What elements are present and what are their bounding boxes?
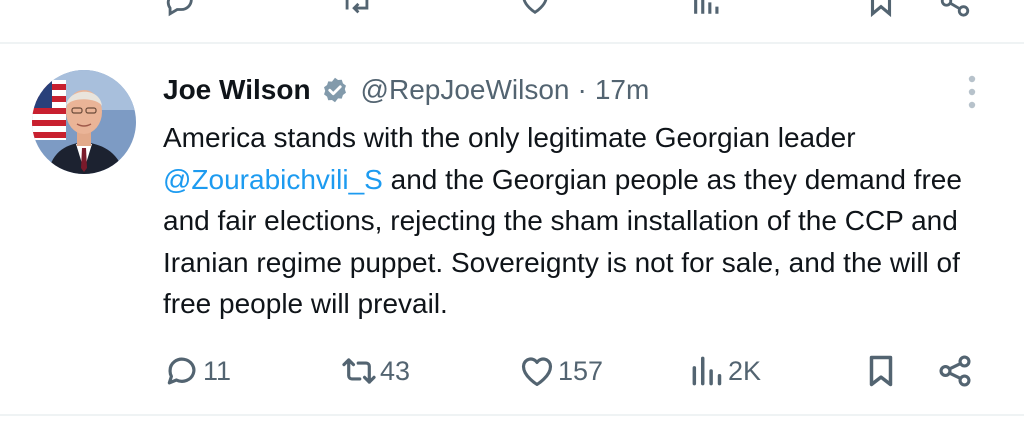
tweet-header: Joe Wilson @RepJoeWilson · 17m [163, 72, 649, 108]
bookmark-button[interactable] [862, 346, 900, 396]
author-handle[interactable]: @RepJoeWilson [361, 74, 570, 106]
bottom-divider [0, 414, 1024, 416]
reply-count: 11 [203, 355, 232, 386]
views-icon [694, 0, 719, 14]
reply-icon [166, 0, 193, 17]
previous-share-button[interactable] [938, 0, 972, 18]
bookmark-icon [870, 0, 892, 18]
like-button[interactable]: 157 [518, 346, 603, 396]
share-button[interactable] [936, 346, 974, 396]
more-vertical-icon [968, 75, 976, 109]
share-icon [939, 355, 971, 387]
previous-repost-button[interactable] [340, 0, 374, 18]
author-name[interactable]: Joe Wilson [163, 74, 311, 106]
tweet-timestamp[interactable]: 17m [595, 74, 649, 106]
like-icon [521, 357, 553, 387]
tweet-actions: 11 43 157 2K [0, 346, 1024, 396]
views-count: 2K [728, 355, 762, 386]
previous-tweet-actions [0, 0, 1024, 42]
avatar[interactable] [32, 70, 136, 174]
repost-count: 43 [380, 355, 411, 386]
tweet-text: America stands with the only legitimate … [163, 117, 1008, 325]
previous-bookmark-button[interactable] [864, 0, 898, 18]
bookmark-icon [869, 355, 893, 387]
like-icon [522, 0, 548, 15]
repost-icon [345, 0, 369, 14]
previous-views-button[interactable] [690, 0, 724, 18]
verified-badge-icon [321, 76, 349, 104]
more-options-button[interactable] [962, 74, 982, 110]
repost-icon [342, 358, 376, 384]
reply-button[interactable]: 11 [163, 346, 231, 396]
tweet-text-part1: America stands with the only legitimate … [163, 122, 856, 153]
previous-like-button[interactable] [518, 0, 552, 18]
views-icon [692, 356, 722, 386]
header-separator: · [577, 74, 587, 105]
tweet[interactable]: Joe Wilson @RepJoeWilson · 17m America s… [0, 44, 1024, 414]
views-button[interactable]: 2K [688, 346, 761, 396]
reply-icon [167, 357, 196, 385]
avatar-photo [32, 70, 136, 174]
mention-link[interactable]: @Zourabichvili_S [163, 164, 383, 195]
repost-button[interactable]: 43 [340, 346, 410, 396]
previous-reply-button[interactable] [163, 0, 197, 18]
share-icon [940, 0, 970, 17]
like-count: 157 [558, 355, 604, 386]
